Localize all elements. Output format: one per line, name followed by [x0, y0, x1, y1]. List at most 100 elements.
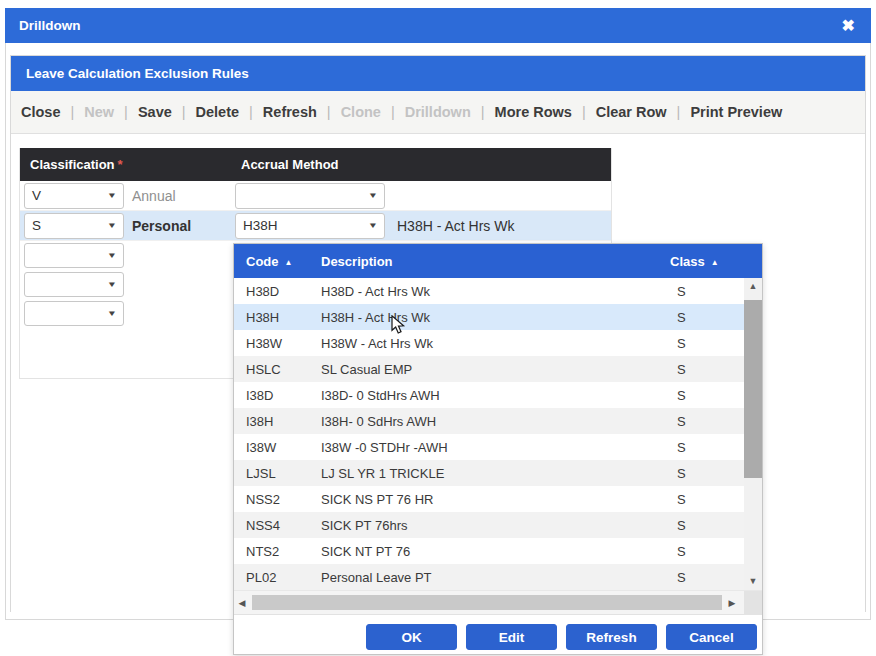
scroll-up-icon[interactable]: ▲	[744, 278, 762, 295]
accrual-method-cell: ▼	[235, 183, 385, 209]
code-cell: PL02	[234, 570, 321, 585]
code-cell: HSLC	[234, 362, 321, 377]
toolbar-item-clear-row[interactable]: Clear Row	[586, 104, 677, 120]
scroll-down-icon[interactable]: ▼	[744, 573, 762, 590]
toolbar-item-save[interactable]: Save	[128, 104, 182, 120]
description-cell: SICK PT 76hrs	[321, 518, 662, 533]
classification-description: Annual	[132, 188, 176, 204]
sort-asc-icon: ▲	[711, 258, 719, 267]
code-cell: I38H	[234, 414, 321, 429]
description-cell: I38H- 0 SdHrs AWH	[321, 414, 662, 429]
classification-description: Personal	[132, 218, 191, 234]
cancel-button[interactable]: Cancel	[666, 624, 757, 650]
code-cell: NTS2	[234, 544, 321, 559]
popup-row-HSLC[interactable]: HSLCSL Casual EMPS	[234, 356, 762, 382]
classification-combo[interactable]: ▼	[24, 301, 124, 326]
classification-combo-value: S	[32, 218, 41, 233]
edit-button[interactable]: Edit	[466, 624, 557, 650]
classification-cell: V▼Annual	[20, 183, 235, 209]
code-cell: I38W	[234, 440, 321, 455]
popup-row-I38H[interactable]: I38HI38H- 0 SdHrs AWHS	[234, 408, 762, 434]
code-cell: H38D	[234, 284, 321, 299]
column-header-accrual-method: Accrual Method	[235, 157, 339, 172]
toolbar-item-close[interactable]: Close	[11, 104, 71, 120]
description-cell: H38D - Act Hrs Wk	[321, 284, 662, 299]
description-cell: H38H - Act Hrs Wk	[321, 310, 662, 325]
classification-cell: ▼	[20, 243, 235, 268]
chevron-down-icon: ▼	[368, 221, 378, 230]
column-header-classification: Classification*	[20, 157, 235, 172]
classification-cell: S▼ Personal	[20, 213, 235, 239]
description-cell: I38W -0 STDHr -AWH	[321, 440, 662, 455]
toolbar-item-print-preview[interactable]: Print Preview	[680, 104, 792, 120]
code-cell: I38D	[234, 388, 321, 403]
classification-combo[interactable]: S▼	[24, 213, 124, 239]
popup-row-I38D[interactable]: I38DI38D- 0 StdHrs AWHS	[234, 382, 762, 408]
code-cell: H38W	[234, 336, 321, 351]
popup-row-H38D[interactable]: H38DH38D - Act Hrs WkS	[234, 278, 762, 304]
popup-column-class[interactable]: Class▲	[662, 254, 762, 269]
description-cell: SICK NT PT 76	[321, 544, 662, 559]
popup-column-description[interactable]: Description	[321, 254, 662, 269]
popup-row-PL02[interactable]: PL02Personal Leave PTS	[234, 564, 762, 590]
scroll-right-icon[interactable]: ▶	[724, 598, 740, 608]
toolbar-item-clone: Clone	[331, 104, 391, 120]
section-title: Leave Calculation Exclusion Rules	[11, 56, 865, 91]
horizontal-scrollbar[interactable]: ◀ ▶	[234, 590, 762, 614]
code-cell: H38H	[234, 310, 321, 325]
classification-combo[interactable]: ▼	[24, 272, 124, 297]
dialog-title: Drilldown	[19, 18, 81, 33]
refresh-button[interactable]: Refresh	[566, 624, 657, 650]
accrual-method-combo[interactable]: ▼	[235, 183, 385, 209]
mouse-cursor	[391, 315, 407, 336]
toolbar-item-more-rows[interactable]: More Rows	[485, 104, 582, 120]
scrollbar-corner	[744, 591, 762, 615]
chevron-down-icon: ▼	[107, 191, 117, 200]
grid-header: Classification* Accrual Method	[20, 148, 611, 181]
ok-button[interactable]: OK	[366, 624, 457, 650]
popup-column-code[interactable]: Code▲	[234, 254, 321, 269]
toolbar-item-drilldown: Drilldown	[395, 104, 481, 120]
code-cell: NSS4	[234, 518, 321, 533]
accrual-method-drilldown-popup: Code▲ Description Class▲ H38DH38D - Act …	[233, 243, 763, 655]
classification-combo-value: V	[32, 188, 41, 203]
chevron-down-icon: ▼	[107, 251, 117, 260]
classification-combo[interactable]: V▼	[24, 183, 124, 209]
popup-row-NSS2[interactable]: NSS2SICK NS PT 76 HRS	[234, 486, 762, 512]
accrual-method-combo[interactable]: H38H ▼	[235, 213, 385, 239]
toolbar-item-new: New	[74, 104, 124, 120]
popup-rows: H38DH38D - Act Hrs WkSH38HH38H - Act Hrs…	[234, 278, 762, 590]
toolbar: Close|New|Save|Delete|Refresh|Clone|Dril…	[11, 91, 865, 134]
sort-asc-icon: ▲	[285, 258, 293, 267]
toolbar-item-refresh[interactable]: Refresh	[253, 104, 327, 120]
popup-row-LJSL[interactable]: LJSLLJ SL YR 1 TRICKLES	[234, 460, 762, 486]
accrual-method-combo-value: H38H	[243, 218, 278, 233]
grid-row-1: V▼Annual▼	[20, 181, 611, 211]
close-icon[interactable]: ✖	[842, 8, 855, 43]
chevron-down-icon: ▼	[368, 191, 378, 200]
vertical-scrollbar[interactable]: ▲ ▼	[744, 278, 762, 590]
popup-row-NTS2[interactable]: NTS2SICK NT PT 76S	[234, 538, 762, 564]
popup-row-H38H[interactable]: H38HH38H - Act Hrs WkS	[234, 304, 762, 330]
required-asterisk: *	[118, 157, 123, 172]
code-cell: NSS2	[234, 492, 321, 507]
chevron-down-icon: ▼	[107, 280, 117, 289]
popup-row-NSS4[interactable]: NSS4SICK PT 76hrsS	[234, 512, 762, 538]
description-cell: SICK NS PT 76 HR	[321, 492, 662, 507]
accrual-method-description: H38H - Act Hrs Wk	[397, 218, 514, 234]
description-cell: H38W - Act Hrs Wk	[321, 336, 662, 351]
toolbar-item-delete[interactable]: Delete	[186, 104, 250, 120]
description-cell: I38D- 0 StdHrs AWH	[321, 388, 662, 403]
horizontal-scroll-thumb[interactable]	[252, 595, 722, 610]
popup-row-I38W[interactable]: I38WI38W -0 STDHr -AWHS	[234, 434, 762, 460]
grid-row-2: S▼ Personal H38H ▼ H38H - Act Hrs Wk	[20, 211, 611, 241]
scroll-left-icon[interactable]: ◀	[234, 598, 250, 608]
accrual-method-cell: H38H ▼ H38H - Act Hrs Wk	[235, 213, 514, 239]
description-cell: Personal Leave PT	[321, 570, 662, 585]
popup-footer: OK Edit Refresh Cancel	[234, 614, 762, 654]
code-cell: LJSL	[234, 466, 321, 481]
vertical-scroll-thumb[interactable]	[744, 300, 762, 478]
classification-combo[interactable]: ▼	[24, 243, 124, 268]
classification-cell: ▼	[20, 301, 235, 326]
popup-row-H38W[interactable]: H38WH38W - Act Hrs WkS	[234, 330, 762, 356]
